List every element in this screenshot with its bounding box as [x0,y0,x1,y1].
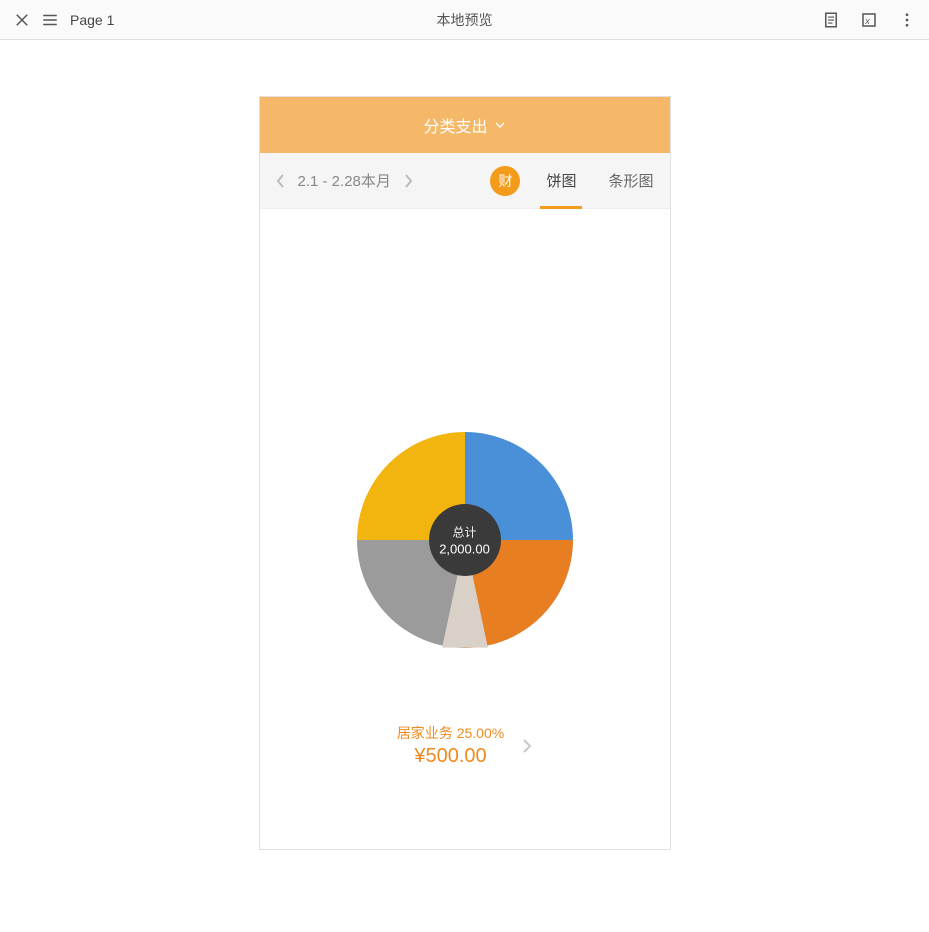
svg-text:x: x [864,15,870,25]
document-icon [822,11,840,29]
detail-percent: 25.00% [457,725,504,741]
selected-slice-detail[interactable]: 居家业务 25.00% ¥500.00 [397,723,532,768]
menu-button[interactable] [36,6,64,34]
more-button[interactable] [893,6,921,34]
prev-period-button[interactable] [274,174,288,188]
tab-bar[interactable]: 条形图 [606,153,655,209]
chart-area: 总计 2,000.00 居家业务 25.00% ¥500.00 [260,209,670,849]
menu-icon [41,11,59,29]
app-header-title: 分类支出 [423,113,487,137]
fx-icon: x [860,11,878,29]
ide-toolbar: Page 1 本地预览 x [0,0,929,40]
detail-amount: ¥500.00 [397,745,504,768]
donut-chart[interactable]: 总计 2,000.00 [354,429,576,651]
tab-pie[interactable]: 饼图 [544,153,578,209]
page-label: Page 1 [70,12,114,28]
preview-viewport[interactable]: 分类支出 2.1 - 2.28本月 财 饼图 条形图 总计 2,000.00 [0,40,929,932]
chevron-down-icon [494,119,506,131]
app-header-dropdown[interactable]: 分类支出 [260,97,670,153]
donut-svg [354,429,576,651]
variables-button[interactable]: x [855,6,883,34]
finance-badge[interactable]: 财 [490,166,520,196]
chevron-right-icon [403,174,413,188]
chevron-left-icon [276,174,286,188]
close-icon [13,11,31,29]
detail-name: 居家业务 [397,725,453,741]
filter-bar: 2.1 - 2.28本月 财 饼图 条形图 [260,153,670,209]
chevron-right-icon [522,738,532,754]
device-frame: 分类支出 2.1 - 2.28本月 财 饼图 条形图 总计 2,000.00 [259,96,671,850]
close-button[interactable] [8,6,36,34]
date-range-label[interactable]: 2.1 - 2.28本月 [298,170,391,191]
outline-button[interactable] [817,6,845,34]
next-period-button[interactable] [401,174,415,188]
more-vert-icon [898,11,916,29]
window-title: 本地预览 [437,10,493,30]
